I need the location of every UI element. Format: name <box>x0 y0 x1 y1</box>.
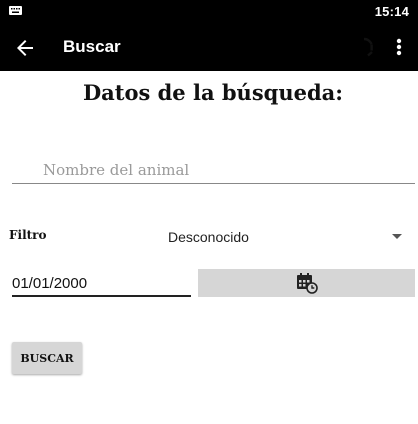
animal-name-input[interactable] <box>12 156 415 183</box>
arrow-back-icon[interactable] <box>13 36 37 60</box>
keyboard-icon <box>9 6 22 15</box>
filter-label: Filtro <box>9 228 47 242</box>
filter-dropdown[interactable]: Desconocido <box>160 222 410 250</box>
search-button[interactable]: BUSCAR <box>12 342 82 374</box>
status-time: 15:14 <box>374 4 409 19</box>
status-bar: 15:14 <box>0 0 418 24</box>
filter-selected-value: Desconocido <box>168 229 249 245</box>
app-bar: Buscar <box>0 24 418 71</box>
calendar-clock-icon <box>297 273 318 294</box>
refresh-icon[interactable] <box>351 34 377 60</box>
dropdown-arrow-icon <box>392 234 402 239</box>
page-title: Datos de la búsqueda: <box>82 80 344 105</box>
app-bar-title: Buscar <box>63 37 121 56</box>
date-input[interactable] <box>12 271 191 295</box>
more-vert-icon[interactable] <box>388 34 410 60</box>
animal-name-field[interactable] <box>12 156 415 184</box>
date-picker-button[interactable] <box>198 269 415 297</box>
date-field[interactable] <box>12 271 191 297</box>
search-button-label: BUSCAR <box>20 351 74 365</box>
